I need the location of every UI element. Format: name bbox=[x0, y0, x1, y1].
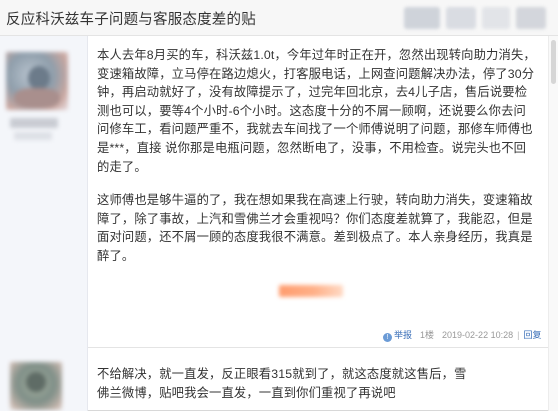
scrollbar-thumb[interactable] bbox=[551, 40, 556, 84]
user-level-blur bbox=[14, 132, 52, 140]
post-timestamp: 2019-02-22 10:28 bbox=[442, 330, 514, 340]
thread-title: 反应科沃兹车子问题与客服态度差的贴 bbox=[6, 12, 256, 28]
floor-number: 1楼 bbox=[420, 330, 435, 340]
reply-link[interactable]: 回复 bbox=[523, 330, 541, 340]
blurred-action-1 bbox=[404, 7, 440, 29]
report-link[interactable]: ! 举报 bbox=[383, 330, 420, 342]
blurred-action-4 bbox=[516, 7, 546, 29]
scrollbar[interactable] bbox=[548, 36, 558, 411]
blurred-header-actions bbox=[404, 7, 548, 29]
post-2-paragraph-1: 不给解决，就一直发，反正眼看315就到了，就这态度就这售后，雪佛兰微博，贴吧我会… bbox=[97, 367, 467, 400]
author-sidebar bbox=[0, 36, 88, 411]
blurred-action-2 bbox=[446, 7, 476, 29]
thread-header: 反应科沃兹车子问题与客服态度差的贴 bbox=[0, 0, 558, 36]
post-1-paragraph-2: 这师傅也是够牛逼的了，我在想如果我在高速上行驶，转向助力消失，变速箱故障了，除了… bbox=[97, 193, 533, 263]
blurred-link[interactable] bbox=[279, 285, 343, 297]
username-blur[interactable] bbox=[10, 118, 58, 128]
post-divider bbox=[88, 347, 558, 348]
warning-icon: ! bbox=[383, 333, 392, 342]
avatar[interactable] bbox=[6, 52, 68, 110]
post-1-paragraph-1: 本人去年8月买的车，科沃兹1.0t，今年过年时正在开，忽然出现转向助力消失，变速… bbox=[97, 48, 536, 174]
avatar[interactable] bbox=[10, 362, 62, 410]
meta-divider: | bbox=[517, 330, 520, 340]
post-1-meta: ! 举报 1楼 2019-02-22 10:28 | 回复 bbox=[383, 328, 541, 342]
blurred-action-3 bbox=[482, 7, 510, 29]
